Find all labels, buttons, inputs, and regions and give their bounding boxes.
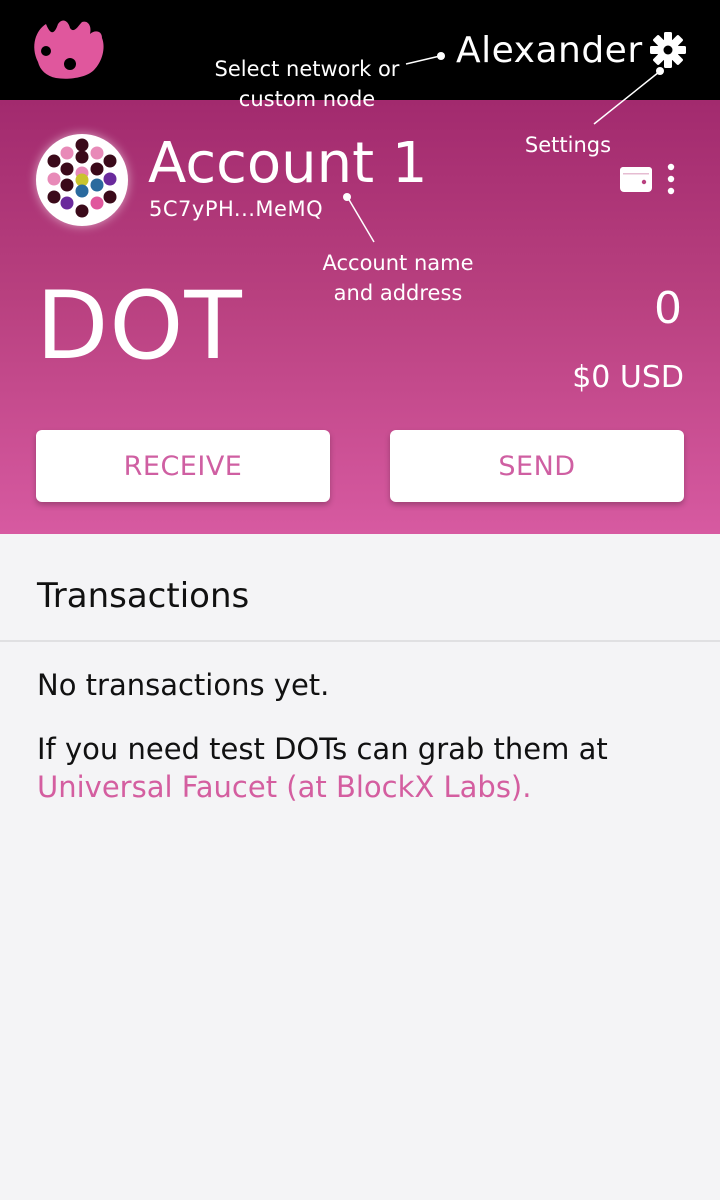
transactions-title: Transactions <box>37 576 250 616</box>
faucet-intro-text: If you need test DOTs can grab them at <box>37 732 608 766</box>
annotation-account-line2: and address <box>333 281 463 305</box>
balance-amount: 0 <box>654 283 682 334</box>
send-button[interactable]: SEND <box>390 430 684 502</box>
annotation-settings: Settings <box>520 130 616 160</box>
annotation-account: Account name and address <box>312 248 484 308</box>
annotation-network: Select network or custom node <box>210 54 404 114</box>
account-address[interactable]: 5C7yPH...MeMQ <box>149 197 323 221</box>
account-name[interactable]: Account 1 <box>148 134 428 194</box>
wallet-icon[interactable] <box>619 164 653 194</box>
annotation-account-line1: Account name <box>322 251 474 275</box>
account-identicon-avatar[interactable] <box>36 134 128 226</box>
more-vertical-icon[interactable] <box>664 162 678 196</box>
receive-button[interactable]: RECEIVE <box>36 430 330 502</box>
transactions-empty-message: No transactions yet. <box>37 668 330 702</box>
balance-fiat-value: $0 USD <box>572 360 684 395</box>
annotation-network-line2: custom node <box>238 87 376 111</box>
account-header: Account 1 5C7yPH...MeMQ DOT 0 $0 USD REC… <box>0 100 720 534</box>
network-name[interactable]: Alexander <box>456 30 643 71</box>
faucet-link[interactable]: Universal Faucet (at BlockX Labs). <box>37 770 531 804</box>
annotation-network-line1: Select network or <box>214 57 400 81</box>
token-symbol: DOT <box>36 272 243 381</box>
annotation-settings-text: Settings <box>524 133 612 157</box>
transactions-header: Transactions <box>0 534 720 642</box>
settings-gear-icon[interactable] <box>648 30 688 70</box>
faucet-message: If you need test DOTs can grab them at U… <box>37 730 608 806</box>
